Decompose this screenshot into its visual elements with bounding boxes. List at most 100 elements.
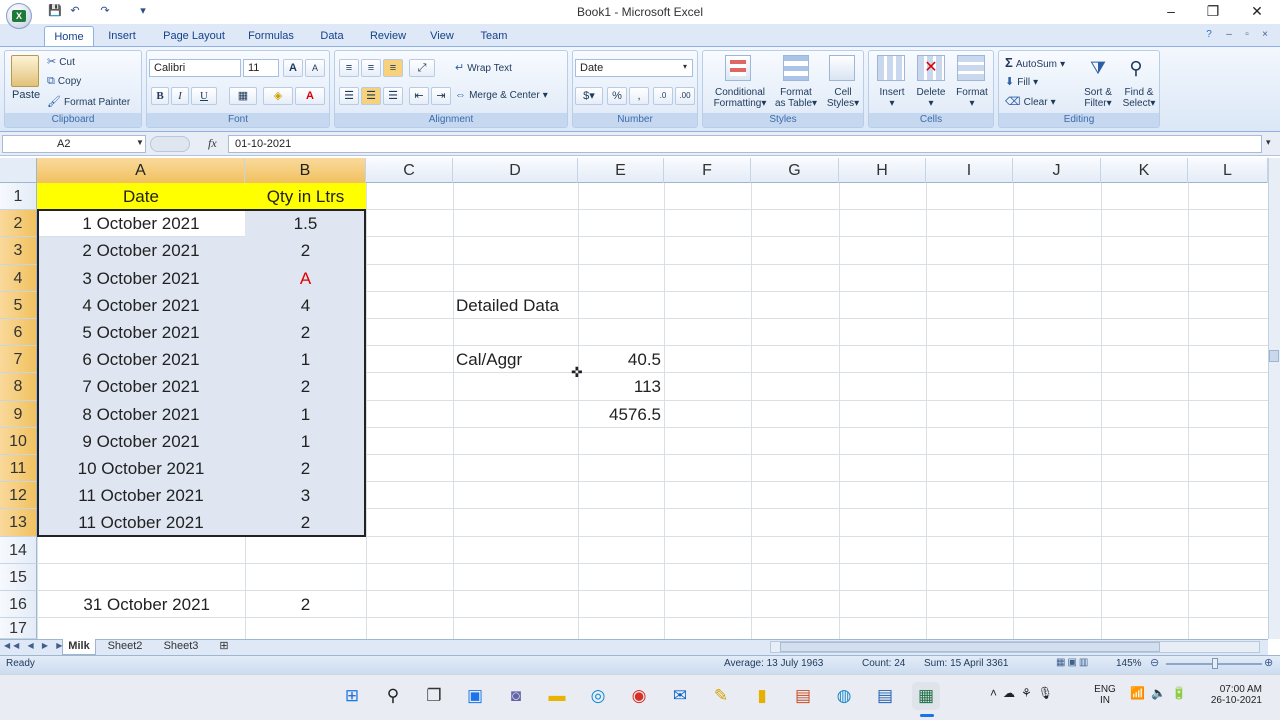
cell-D5[interactable]: Detailed Data (456, 292, 575, 319)
ribbon-minimize-icon[interactable]: – (1222, 28, 1236, 42)
cell-A16[interactable]: 31 October 2021 (40, 591, 242, 618)
wrap-text-button[interactable]: ↵ Wrap Text (455, 61, 512, 74)
task-view-icon[interactable]: ❐ (420, 682, 448, 710)
column-header-L[interactable]: L (1188, 158, 1268, 183)
font-color-icon[interactable]: A (295, 87, 325, 105)
cell-E9[interactable]: 4576.5 (581, 401, 661, 428)
expand-formula-bar-icon[interactable]: ▾ (1266, 137, 1271, 148)
column-header-I[interactable]: I (926, 158, 1013, 183)
cell-E7[interactable]: 40.5 (581, 346, 661, 373)
accounting-format-icon[interactable]: $▾ (575, 87, 603, 105)
sheet-tab-milk[interactable]: Milk (62, 639, 96, 655)
file-explorer-icon[interactable]: ▬ (543, 682, 571, 710)
ribbon-close-icon[interactable]: × (1258, 28, 1272, 42)
column-header-F[interactable]: F (664, 158, 751, 183)
align-right-icon[interactable]: ☰ (383, 87, 403, 105)
paint-icon[interactable]: ✎ (707, 682, 735, 710)
teams-chat-icon[interactable]: ◙ (502, 682, 530, 710)
cell-A1[interactable]: Date (40, 183, 242, 210)
column-header-E[interactable]: E (578, 158, 664, 183)
column-header-J[interactable]: J (1013, 158, 1101, 183)
number-format-select[interactable]: Date (575, 59, 693, 77)
cell-B13[interactable]: 2 (248, 509, 363, 536)
row-header-5[interactable]: 5 (0, 292, 37, 319)
orientation-icon[interactable]: ⤢ (409, 59, 435, 77)
delete-button[interactable]: Delete ▾ (913, 87, 949, 109)
formula-input[interactable]: 01-10-2021 (228, 135, 1262, 153)
close-button[interactable]: ✕ (1246, 2, 1268, 20)
cell-A4[interactable]: 3 October 2021 (40, 265, 242, 292)
clock[interactable]: 07:00 AM 26-10-2021 (1204, 684, 1262, 706)
zoom-slider-thumb[interactable] (1212, 658, 1218, 669)
row-header-9[interactable]: 9 (0, 401, 37, 428)
row-header-6[interactable]: 6 (0, 319, 37, 346)
insert-button[interactable]: Insert ▾ (877, 87, 907, 109)
cell-A6[interactable]: 5 October 2021 (40, 319, 242, 346)
search-icon[interactable]: ⚲ (379, 682, 407, 710)
cell-B2[interactable]: 1.5 (248, 210, 363, 237)
column-header-H[interactable]: H (839, 158, 926, 183)
row-header-14[interactable]: 14 (0, 537, 37, 564)
increase-indent-icon[interactable]: ⇥ (431, 87, 451, 105)
tab-page-layout[interactable]: Page Layout (156, 26, 232, 46)
restore-button[interactable]: ❐ (1202, 2, 1224, 20)
conditional-formatting-button[interactable]: Conditional Formatting▾ (709, 87, 771, 109)
fill-color-icon[interactable]: ◈ (263, 87, 293, 105)
vertical-scrollbar[interactable] (1268, 158, 1280, 639)
column-header-G[interactable]: G (751, 158, 839, 183)
cell-B12[interactable]: 3 (248, 482, 363, 509)
column-header-D[interactable]: D (453, 158, 578, 183)
tab-insert[interactable]: Insert (100, 26, 144, 46)
font-size-select[interactable]: 11 (243, 59, 279, 77)
align-middle-icon[interactable]: ≡ (361, 59, 381, 77)
cell-A8[interactable]: 7 October 2021 (40, 373, 242, 400)
row-header-4[interactable]: 4 (0, 265, 37, 292)
cell-A5[interactable]: 4 October 2021 (40, 292, 242, 319)
cell-B4[interactable]: A (248, 265, 363, 292)
increase-decimal-icon[interactable]: .0 (653, 87, 673, 105)
zoom-level[interactable]: 145% (1116, 658, 1142, 669)
row-header-10[interactable]: 10 (0, 428, 37, 455)
zoom-out-icon[interactable]: ⊖ (1150, 656, 1159, 669)
align-center-icon[interactable]: ☰ (361, 87, 381, 105)
cell-B8[interactable]: 2 (248, 373, 363, 400)
sort-filter-button[interactable]: Sort & Filter▾ (1079, 87, 1117, 109)
select-all-corner[interactable] (0, 158, 37, 183)
cell-A2[interactable]: 1 October 2021 (40, 210, 242, 237)
align-bottom-icon[interactable]: ≡ (383, 59, 403, 77)
borders-icon[interactable]: ▦ (229, 87, 257, 105)
underline-button[interactable]: U (191, 87, 217, 105)
powerpoint-icon[interactable]: ▤ (789, 682, 817, 710)
format-painter-button[interactable]: 🖌 Format Painter (47, 95, 143, 110)
cell-B9[interactable]: 1 (248, 401, 363, 428)
bold-button[interactable]: B (151, 87, 169, 105)
cell-E8[interactable]: 113 (581, 373, 661, 400)
tab-view[interactable]: View (424, 26, 460, 46)
autosum-button[interactable]: Σ AutoSum ▾ (1005, 55, 1065, 70)
mail-icon[interactable]: ✉ (666, 682, 694, 710)
ribbon-restore-icon[interactable]: ▫ (1240, 28, 1254, 42)
row-header-17[interactable]: 17 (0, 618, 37, 639)
vertical-scroll-thumb[interactable] (1269, 350, 1279, 362)
office-button[interactable]: X (6, 3, 32, 29)
align-left-icon[interactable]: ☰ (339, 87, 359, 105)
notepad-icon[interactable]: ▤ (871, 682, 899, 710)
zoom-in-icon[interactable]: ⊕ (1264, 656, 1273, 669)
cell-B11[interactable]: 2 (248, 455, 363, 482)
edge-icon[interactable]: ◎ (584, 682, 612, 710)
widgets-icon[interactable]: ▣ (461, 682, 489, 710)
italic-button[interactable]: I (171, 87, 189, 105)
format-button[interactable]: Format ▾ (953, 87, 991, 109)
copy-button[interactable]: ⧉ Copy (47, 75, 139, 90)
tab-review[interactable]: Review (364, 26, 412, 46)
font-name-select[interactable]: Calibri (149, 59, 241, 77)
cell-B10[interactable]: 1 (248, 428, 363, 455)
cell-B1[interactable]: Qty in Ltrs (248, 183, 363, 210)
power-bi-icon[interactable]: ▮ (748, 682, 776, 710)
percent-button[interactable]: % (607, 87, 627, 105)
cell-A3[interactable]: 2 October 2021 (40, 237, 242, 264)
shrink-font-button[interactable]: A (305, 59, 325, 77)
tab-home[interactable]: Home (44, 26, 94, 46)
cell-styles-button[interactable]: Cell Styles▾ (823, 87, 863, 109)
cell-A12[interactable]: 11 October 2021 (40, 482, 242, 509)
